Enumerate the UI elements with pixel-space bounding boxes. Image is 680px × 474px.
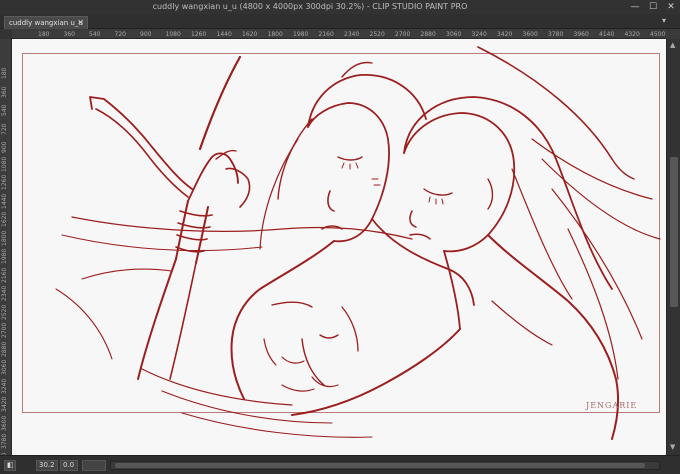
artist-signature: JENGARIE <box>586 401 638 410</box>
window-title: cuddly wangxian u_u (4800 x 4000px 300dp… <box>152 2 468 11</box>
ruler-tick-label: 4500 <box>650 31 666 38</box>
ruler-tick-label: 2880 <box>420 31 436 38</box>
ruler-tick-label: 2700 <box>1 322 8 338</box>
ruler-tick-label: 3060 <box>1 359 8 375</box>
ruler-tick-label: 3240 <box>1 378 8 394</box>
zoom-field[interactable]: 30.2 <box>36 460 58 471</box>
ruler-tick-label: 1260 <box>191 31 207 38</box>
ruler-tick-label: 2340 <box>1 285 8 301</box>
ruler-tick-label: 2160 <box>318 31 334 38</box>
ruler-tick-label: 1980 <box>293 31 309 38</box>
ruler-tick-label: 1620 <box>1 211 8 227</box>
ruler-tick-label: 2520 <box>1 304 8 320</box>
ruler-tick-label: 2160 <box>1 267 8 283</box>
tab-close-icon[interactable]: ✕ <box>77 17 84 29</box>
ruler-tick-label: 2340 <box>344 31 360 38</box>
sketch-artwork <box>55 46 661 440</box>
ruler-tick-label: 1440 <box>1 193 8 209</box>
ruler-tick-label: 1620 <box>242 31 258 38</box>
ruler-tick-label: 900 <box>140 31 152 38</box>
ruler-tick-label: 3600 <box>1 415 8 431</box>
ruler-tick-label: 3600 <box>522 31 538 38</box>
ruler-tick-label: 3060 <box>446 31 462 38</box>
ruler-tick-label: 2880 <box>1 341 8 357</box>
horizontal-scroll-thumb[interactable] <box>115 463 645 468</box>
ruler-tick-label: 1440 <box>216 31 232 38</box>
ruler-tick-label: 900 <box>1 141 8 153</box>
vertical-scrollbar[interactable]: ▲ ▼ <box>666 39 680 455</box>
ruler-tick-label: 1980 <box>1 248 8 264</box>
vertical-ruler: 180 360 540 720 900 1080 1260 1440 1620 1800 1980 2… <box>0 39 12 455</box>
ruler-corner <box>0 30 12 39</box>
close-button[interactable]: ✕ <box>662 0 680 14</box>
document-tab-bar: cuddly wangxian u_u ✕ ▾ <box>0 14 680 29</box>
ruler-tick-label: 360 <box>63 31 75 38</box>
ruler-tick-label: 3780 <box>548 31 564 38</box>
minimize-button[interactable]: — <box>626 0 644 14</box>
document-tab-label: cuddly wangxian u_u <box>9 19 83 27</box>
ruler-tick-label: 2700 <box>395 31 411 38</box>
ruler-tick-label: 540 <box>89 31 101 38</box>
app-window: cuddly wangxian u_u (4800 x 4000px 300dp… <box>0 0 680 474</box>
rotation-angle-field[interactable]: 0.0 <box>60 460 78 471</box>
status-bar: ◧ 30.2 0.0 <box>0 455 680 474</box>
document-tab[interactable]: cuddly wangxian u_u ✕ <box>4 16 88 29</box>
ruler-tick-label: 180 <box>38 31 50 38</box>
ruler-tick-label: 4140 <box>599 31 615 38</box>
ruler-tick-label: 3420 <box>1 396 8 412</box>
navigator-icon[interactable]: ◧ <box>4 460 16 471</box>
ruler-tick-label: 540 <box>1 104 8 116</box>
ruler-tick-label: 1800 <box>1 230 8 246</box>
ruler-tick-label: 3420 <box>497 31 513 38</box>
ruler-tick-label: 3780 <box>1 433 8 449</box>
ruler-tick-label: 1080 <box>1 156 8 172</box>
ruler-tick-label: 180 <box>1 67 8 79</box>
horizontal-scrollbar[interactable] <box>110 461 660 470</box>
ruler-tick-label: 4320 <box>624 31 640 38</box>
ruler-tick-label: 3960 <box>573 31 589 38</box>
flip-toggle[interactable] <box>82 460 106 471</box>
scroll-down-icon[interactable]: ▼ <box>670 443 675 451</box>
vertical-scroll-thumb[interactable] <box>670 157 678 307</box>
ruler-tick-label: 720 <box>1 123 8 135</box>
maximize-button[interactable]: ☐ <box>644 0 662 14</box>
ruler-tick-label: 720 <box>114 31 126 38</box>
ruler-tick-label: 2520 <box>369 31 385 38</box>
title-bar: cuddly wangxian u_u (4800 x 4000px 300dp… <box>0 0 680 14</box>
horizontal-ruler: 180 360 540 720 900 1080 1260 1440 1620 1800 1980 2… <box>12 30 666 39</box>
canvas[interactable]: JENGARIE <box>12 39 666 455</box>
ruler-tick-label: 360 <box>1 86 8 98</box>
ruler-tick-label: 3240 <box>471 31 487 38</box>
ruler-tick-label: 1080 <box>165 31 181 38</box>
ruler-tick-label: 1800 <box>267 31 283 38</box>
ruler-tick-label: 1260 <box>1 174 8 190</box>
scroll-up-icon[interactable]: ▲ <box>670 41 675 49</box>
tab-overflow-icon[interactable]: ▾ <box>662 16 666 25</box>
